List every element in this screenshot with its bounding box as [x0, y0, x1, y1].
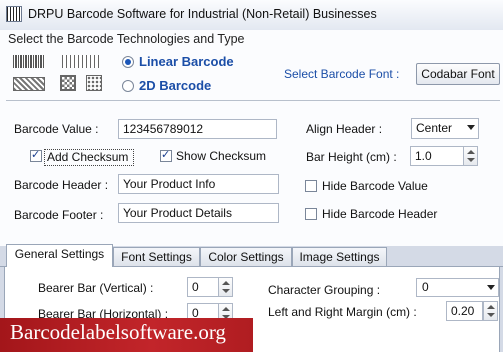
- chevron-down-icon: [467, 125, 475, 130]
- banner-text: Barcodelabelsoftware.org: [10, 320, 226, 344]
- hide-value-label[interactable]: Hide Barcode Value: [322, 179, 428, 193]
- tab-color-settings[interactable]: Color Settings: [200, 247, 292, 266]
- tab-font-settings[interactable]: Font Settings: [113, 247, 200, 266]
- tab-image-settings[interactable]: Image Settings: [292, 247, 387, 266]
- select-font-label: Select Barcode Font :: [284, 67, 400, 81]
- bar-height-label: Bar Height (cm) :: [306, 150, 397, 164]
- char-grouping-label: Character Grouping :: [268, 283, 381, 297]
- 2d-barcode-label[interactable]: 2D Barcode: [139, 78, 211, 93]
- linear-barcode-sample-icon: [62, 55, 100, 68]
- bar-height-input[interactable]: 1.0: [410, 146, 464, 166]
- show-checksum-checkbox[interactable]: [160, 148, 172, 162]
- barcode-font-button[interactable]: Codabar Font: [416, 63, 500, 85]
- divider: [6, 100, 500, 101]
- hide-header-label[interactable]: Hide Barcode Header: [322, 207, 437, 221]
- linear-barcode-sample-icon: [13, 55, 45, 68]
- barcode-header-input[interactable]: Your Product Info: [118, 174, 279, 194]
- show-checksum-label[interactable]: Show Checksum: [176, 149, 266, 163]
- add-checksum-checkbox[interactable]: [30, 148, 42, 162]
- add-checksum-label[interactable]: Add Checksum: [47, 150, 128, 164]
- technology-section-title: Select the Barcode Technologies and Type: [8, 32, 245, 46]
- bearer-vertical-input[interactable]: 0: [187, 277, 219, 297]
- margin-spinner[interactable]: [483, 301, 498, 321]
- align-header-select[interactable]: Center: [411, 118, 479, 139]
- tab-general-settings[interactable]: General Settings: [6, 244, 113, 267]
- hide-value-checkbox[interactable]: [305, 180, 317, 192]
- char-grouping-select[interactable]: 0: [416, 278, 499, 297]
- barcode-footer-input[interactable]: Your Product Details: [118, 203, 279, 223]
- 2d-barcode-sample-icon: [13, 77, 45, 91]
- bearer-vertical-spinner[interactable]: [218, 277, 233, 297]
- barcode-value-input[interactable]: 123456789012: [118, 119, 277, 139]
- linear-barcode-radio[interactable]: [122, 56, 134, 68]
- barcode-value-label: Barcode Value :: [14, 122, 99, 136]
- align-header-label: Align Header :: [306, 122, 383, 136]
- 2d-barcode-radio[interactable]: [122, 80, 134, 92]
- bar-height-spinner[interactable]: [463, 146, 478, 166]
- bearer-vertical-label: Bearer Bar (Vertical) :: [38, 281, 154, 295]
- window-title: DRPU Barcode Software for Industrial (No…: [28, 7, 377, 21]
- barcode-header-label: Barcode Header :: [14, 178, 109, 192]
- chevron-down-icon: [487, 285, 495, 290]
- char-grouping-value: 0: [422, 280, 429, 294]
- linear-barcode-label[interactable]: Linear Barcode: [139, 54, 234, 69]
- margin-label: Left and Right Margin (cm) :: [268, 305, 417, 319]
- barcode-footer-label: Barcode Footer :: [14, 208, 104, 222]
- app-barcode-icon: [6, 6, 22, 22]
- 2d-barcode-sample-icon: [86, 75, 102, 91]
- align-header-value: Center: [416, 121, 453, 135]
- margin-input[interactable]: 0.20: [446, 301, 483, 321]
- hide-header-checkbox[interactable]: [305, 208, 317, 220]
- 2d-barcode-sample-icon: [60, 75, 76, 91]
